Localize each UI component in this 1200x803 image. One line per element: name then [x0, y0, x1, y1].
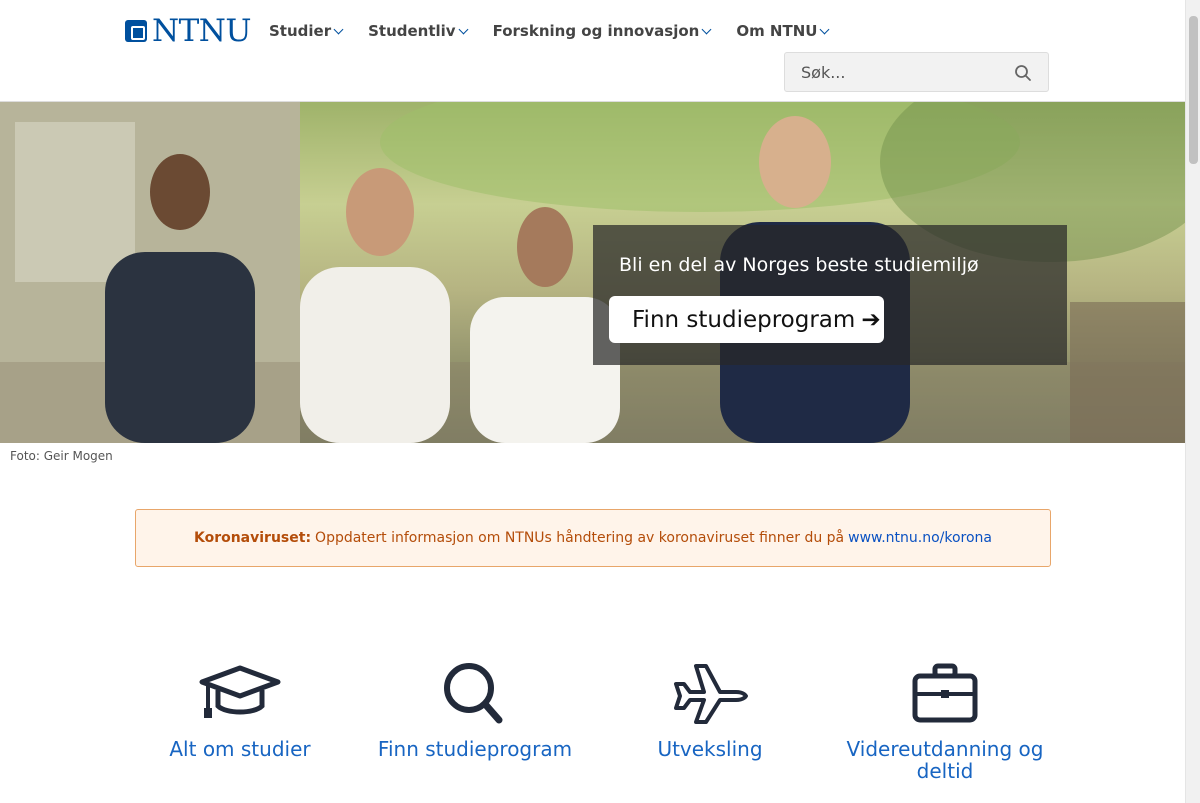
tile-alt-om-studier[interactable]: Alt om studier: [120, 660, 360, 760]
hero-button-label: Finn studieprogram: [632, 306, 856, 333]
corona-alert: Koronaviruset: Oppdatert informasjon om …: [135, 509, 1051, 567]
nav-label: Studier: [269, 22, 332, 40]
nav-label: Om NTNU: [736, 22, 818, 40]
search-icon: [444, 663, 503, 724]
tile-label: Alt om studier: [169, 737, 311, 761]
tile-finn-studieprogram[interactable]: Finn studieprogram: [355, 660, 595, 760]
photo-caption: Foto: Geir Mogen: [10, 449, 113, 463]
search-box: [784, 52, 1049, 92]
logo-text: NTNU: [152, 13, 252, 49]
nav-item-studier[interactable]: Studier: [269, 22, 344, 40]
tile-label: Videreutdanning og deltid: [846, 737, 1044, 783]
logo-mark-icon: [125, 20, 147, 42]
chevron-down-icon: [820, 24, 830, 34]
hero-banner: Bli en del av Norges beste studiemiljø F…: [0, 102, 1185, 443]
tile-label: Utveksling: [657, 737, 763, 761]
hero-tagline: Bli en del av Norges beste studiemiljø: [619, 254, 979, 276]
tile-label: Finn studieprogram: [377, 737, 573, 761]
nav-item-studentliv[interactable]: Studentliv: [368, 22, 469, 40]
briefcase-icon: [912, 663, 978, 723]
main-nav: Studier Studentliv Forskning og innovasj…: [269, 22, 854, 40]
ntnu-logo[interactable]: NTNU: [125, 13, 252, 49]
nav-item-om-ntnu[interactable]: Om NTNU: [736, 22, 830, 40]
arrow-right-icon: ➔: [861, 306, 881, 333]
nav-item-forskning[interactable]: Forskning og innovasjon: [492, 22, 712, 40]
corona-link[interactable]: www.ntnu.no/korona: [848, 530, 992, 546]
search-icon[interactable]: [1014, 64, 1032, 82]
chevron-down-icon: [458, 24, 469, 34]
chevron-down-icon: [333, 24, 344, 34]
site-header: NTNU Studier Studentliv Forskning og inn…: [0, 0, 1185, 102]
find-study-program-button[interactable]: Finn studieprogram ➔: [609, 296, 884, 343]
chevron-down-icon: [701, 24, 712, 34]
scrollbar-thumb[interactable]: [1189, 16, 1198, 164]
nav-label: Forskning og innovasjon: [492, 22, 700, 40]
alert-text: Oppdatert informasjon om NTNUs håndterin…: [315, 530, 845, 546]
page-scrollbar[interactable]: [1185, 0, 1200, 803]
alert-label: Koronaviruset:: [193, 530, 312, 546]
tile-videreutdanning[interactable]: Videreutdanning og deltid: [825, 660, 1065, 782]
graduation-cap-icon: [199, 665, 281, 718]
search-input[interactable]: [785, 53, 1005, 91]
hero-overlay: Bli en del av Norges beste studiemiljø F…: [593, 225, 1067, 365]
nav-label: Studentliv: [368, 22, 456, 40]
airplane-icon: [674, 664, 748, 724]
tile-utveksling[interactable]: Utveksling: [590, 660, 830, 760]
